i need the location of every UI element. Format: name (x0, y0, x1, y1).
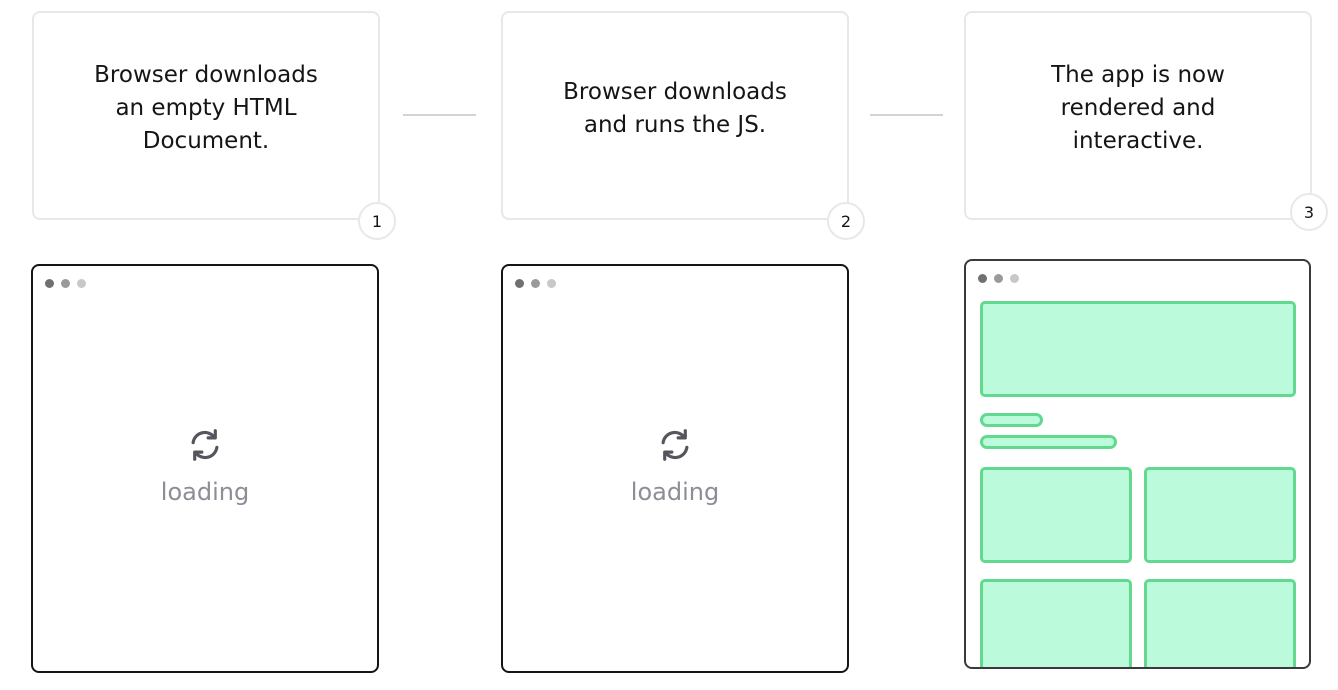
step-card-1: Browser downloads an empty HTML Document… (32, 11, 380, 220)
step-description: Browser downloads an empty HTML Document… (94, 62, 318, 154)
loading-label: loading (630, 478, 720, 506)
window-dot (994, 274, 1003, 283)
window-dot (45, 279, 54, 288)
window-dot (515, 279, 524, 288)
loading-indicator: loading (503, 426, 847, 506)
step-number-badge: 2 (827, 202, 865, 240)
window-controls (978, 274, 1019, 283)
browser-window-rendered (964, 259, 1311, 669)
step-description: Browser downloads and runs the JS. (563, 78, 787, 138)
window-dot (978, 274, 987, 283)
connector-line (870, 114, 943, 116)
text-line-short (980, 413, 1043, 427)
hero-block (980, 301, 1296, 397)
window-dot (1010, 274, 1019, 283)
content-card (1144, 467, 1296, 563)
loading-indicator: loading (33, 426, 377, 506)
refresh-icon (661, 429, 689, 461)
window-controls (45, 279, 86, 288)
step-card-3: The app is now rendered and interactive. (964, 11, 1312, 220)
text-line-long (980, 435, 1117, 449)
loading-label: loading (160, 478, 250, 506)
refresh-icon (191, 429, 219, 461)
step-number-badge: 3 (1290, 193, 1328, 231)
window-dot (547, 279, 556, 288)
content-card (980, 467, 1132, 563)
connector-line (403, 114, 476, 116)
step-card-2: Browser downloads and runs the JS. (501, 11, 849, 220)
window-dot (77, 279, 86, 288)
window-controls (515, 279, 556, 288)
window-dot (531, 279, 540, 288)
step-number-badge: 1 (358, 202, 396, 240)
content-card (980, 579, 1132, 667)
browser-window-loading: loading (501, 264, 849, 673)
window-dot (61, 279, 70, 288)
browser-window-loading: loading (31, 264, 379, 673)
step-description: The app is now rendered and interactive. (1051, 62, 1225, 154)
content-card (1144, 579, 1296, 667)
